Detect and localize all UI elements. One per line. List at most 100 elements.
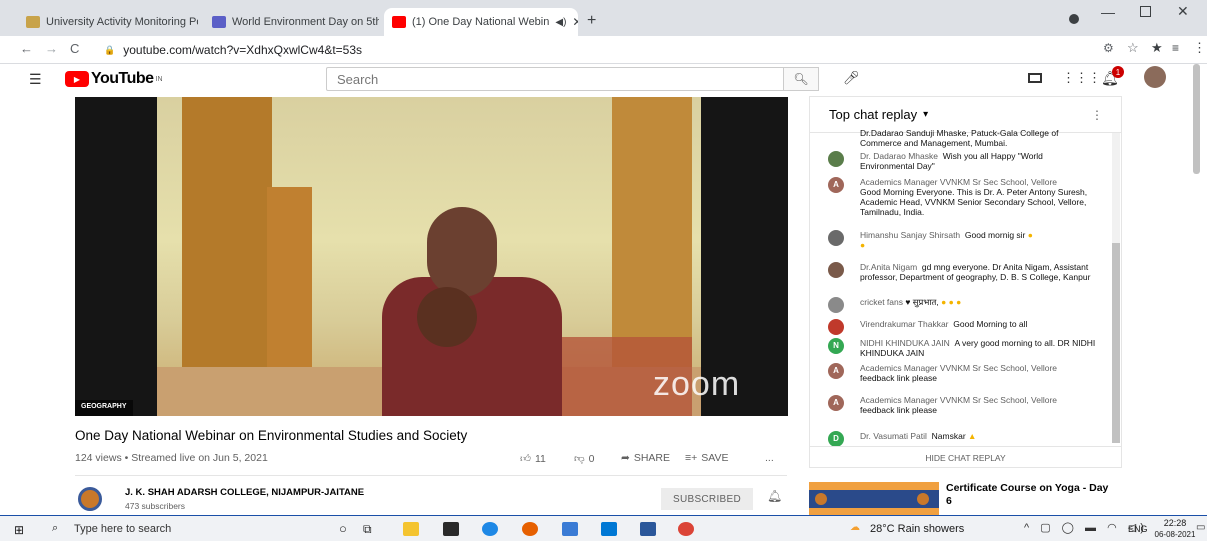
taskbar-search-input[interactable]: Type here to search — [74, 523, 171, 535]
clap-emoji-icon: ● — [1027, 230, 1033, 240]
recommended-thumbnail[interactable] — [809, 482, 939, 515]
chat-message-text: Good Morning to all — [953, 319, 1028, 329]
page-scrollbar[interactable] — [1193, 64, 1200, 174]
chat-avatar — [828, 262, 844, 278]
back-icon[interactable]: ← — [20, 41, 33, 56]
category-label[interactable]: GEOGRAPHY — [75, 400, 133, 416]
chat-message-text: feedback link please — [860, 373, 938, 383]
browser-menu-icon[interactable]: ⋮ — [1193, 40, 1206, 56]
youtube-favicon-icon — [392, 16, 406, 28]
address-bar-row: ← → C 🔒 youtube.com/watch?v=XdhxQxwlCw4&… — [0, 36, 1207, 64]
window-close-icon[interactable]: ✕ — [1177, 3, 1189, 20]
chat-message-text: Good mornig sir — [964, 230, 1026, 240]
chat-message: Dr.Anita Nigam gd mng everyone. Dr Anita… — [828, 262, 1098, 282]
tab-world-environment[interactable]: World Environment Day on 5th J ✕ — [204, 8, 379, 36]
clap-emoji-icon: ● — [860, 240, 866, 250]
zoom-watermark: zoom — [653, 365, 741, 403]
chat-author: Dr. Vasumati Patil — [860, 431, 927, 441]
youtube-logo[interactable]: ▶ YouTube IN — [65, 70, 163, 88]
word-icon[interactable] — [640, 522, 656, 536]
weather-text[interactable]: 28°C Rain showers — [870, 523, 964, 535]
video-frame — [157, 97, 701, 416]
thumbs-up-icon: 👍︎ — [520, 453, 531, 465]
search-button[interactable]: 🔍︎ — [783, 67, 819, 91]
reading-list-icon[interactable]: ≡ — [1172, 41, 1179, 55]
chat-message: A Academics Manager VVNKM Sr Sec School,… — [828, 177, 1098, 217]
file-explorer-icon[interactable] — [403, 522, 419, 536]
chat-message-text: Namskar — [931, 431, 966, 441]
chat-mode-dropdown[interactable]: Top chat replay — [829, 107, 917, 122]
save-label: SAVE — [701, 452, 729, 464]
windows-start-icon[interactable]: ⊞ — [14, 523, 24, 537]
channel-name[interactable]: J. K. SHAH ADARSH COLLEGE, NIJAMPUR-JAIT… — [125, 487, 364, 498]
chat-scrollbar-thumb[interactable] — [1112, 243, 1120, 443]
extensions-puzzle-icon[interactable]: ★ — [1151, 40, 1163, 56]
chat-message-text: Dr.Dadarao Sanduji Mhaske, Patuck-Gala C… — [860, 128, 1059, 148]
notification-count-badge: 1 — [1112, 66, 1124, 78]
chat-message: Dr. Dadarao Mhaske Wish you all Happy "W… — [828, 151, 1098, 171]
account-avatar[interactable] — [1144, 66, 1166, 88]
subscribed-button[interactable]: SUBSCRIBED — [661, 488, 753, 510]
minimize-icon[interactable]: — — [1101, 4, 1115, 20]
tab-close-icon[interactable]: ✕ — [566, 15, 578, 29]
forward-icon[interactable]: → — [45, 41, 58, 56]
chat-author: Academics Manager VVNKM Sr Sec School, V… — [860, 395, 1058, 405]
taskbar-search-icon[interactable]: ⌕ — [52, 522, 58, 535]
tab-search-icon[interactable] — [1069, 14, 1079, 24]
notification-center-icon[interactable]: ▭ — [1196, 522, 1205, 533]
chat-scrollbar-track[interactable] — [1112, 133, 1120, 443]
share-arrow-icon: ➦ — [621, 452, 630, 464]
emoji-icon: ● ● ● — [941, 297, 962, 307]
hide-chat-replay-button[interactable]: HIDE CHAT REPLAY — [810, 446, 1121, 467]
extension-icon[interactable]: ⚙ — [1103, 41, 1114, 55]
chat-author: Virendrakumar Thakkar — [860, 319, 949, 329]
apps-grid-icon[interactable]: ⋮⋮⋮ — [1062, 70, 1101, 86]
hamburger-menu-icon[interactable]: ☰ — [29, 71, 42, 88]
windows-taskbar: ⊞ ⌕ Type here to search ○ ⧉ ☁ 28°C Rain … — [0, 515, 1207, 541]
chat-menu-icon[interactable]: ⋮ — [1091, 108, 1103, 122]
app-icon[interactable] — [562, 522, 578, 536]
maximize-icon[interactable] — [1140, 6, 1151, 17]
language-indicator[interactable]: ENG — [1128, 524, 1148, 534]
chat-replay-panel: Top chat replay ▾ ⋮ Dr.Dadarao Sanduji M… — [809, 96, 1122, 468]
chat-avatar: D — [828, 431, 844, 447]
url-omnibox[interactable]: 🔒 youtube.com/watch?v=XdhxQxwlCw4&t=53s — [96, 39, 1036, 61]
like-button[interactable]: 👍︎ 11 — [520, 452, 546, 466]
more-actions-button[interactable]: ... — [765, 452, 774, 464]
chat-avatar — [828, 319, 844, 335]
chevron-down-icon[interactable]: ▾ — [923, 109, 928, 120]
chat-message: A Academics Manager VVNKM Sr Sec School,… — [828, 395, 1098, 415]
create-video-icon[interactable] — [1028, 73, 1042, 83]
share-button[interactable]: ➦ SHARE — [621, 452, 670, 464]
tab-youtube-active[interactable]: (1) One Day National Webin ◀) ✕ — [384, 8, 578, 36]
audio-playing-icon[interactable]: ◀) — [555, 17, 566, 28]
share-label: SHARE — [633, 452, 670, 464]
youtube-play-logo-icon: ▶ — [65, 71, 89, 87]
search-input[interactable]: Search — [326, 67, 816, 91]
mail-icon[interactable] — [601, 522, 617, 536]
clock[interactable]: 22:28 06-08-2021 — [1154, 518, 1196, 540]
edge-icon[interactable] — [482, 522, 498, 536]
new-tab-icon[interactable]: + — [587, 12, 596, 30]
subscriber-count: 473 subscribers — [125, 501, 186, 511]
task-view-icon[interactable]: ⧉ — [363, 522, 372, 537]
chat-message-text: feedback link please — [860, 405, 938, 415]
chat-message: cricket fans ♥ सुप्रभात, ● ● ● — [828, 297, 1098, 313]
store-icon[interactable] — [443, 522, 459, 536]
voice-search-mic-icon[interactable]: 🎤︎ — [843, 70, 860, 86]
playlist-add-icon: ≡+ — [685, 452, 698, 464]
channel-avatar[interactable] — [78, 487, 102, 511]
save-button[interactable]: ≡+ SAVE — [685, 452, 729, 464]
cortana-icon[interactable]: ○ — [339, 521, 347, 536]
bookmark-star-icon[interactable]: ☆ — [1127, 40, 1139, 56]
dislike-button[interactable]: 👎︎ 0 — [574, 452, 595, 466]
notification-bell-icon[interactable]: 🔔︎ — [767, 489, 782, 503]
reload-icon[interactable]: C — [70, 41, 79, 56]
tab-university-activity[interactable]: University Activity Monitoring Po ✕ — [18, 8, 198, 36]
recommended-title[interactable]: Certificate Course on Yoga - Day 6 — [946, 482, 1116, 508]
video-player[interactable]: zoom GEOGRAPHY — [75, 97, 788, 416]
folded-hands-emoji-icon: ▲ — [968, 431, 977, 441]
firefox-icon[interactable] — [522, 522, 538, 536]
chrome-icon[interactable] — [678, 522, 694, 536]
chat-message: D Dr. Vasumati Patil Namskar ▲ — [828, 431, 1098, 447]
